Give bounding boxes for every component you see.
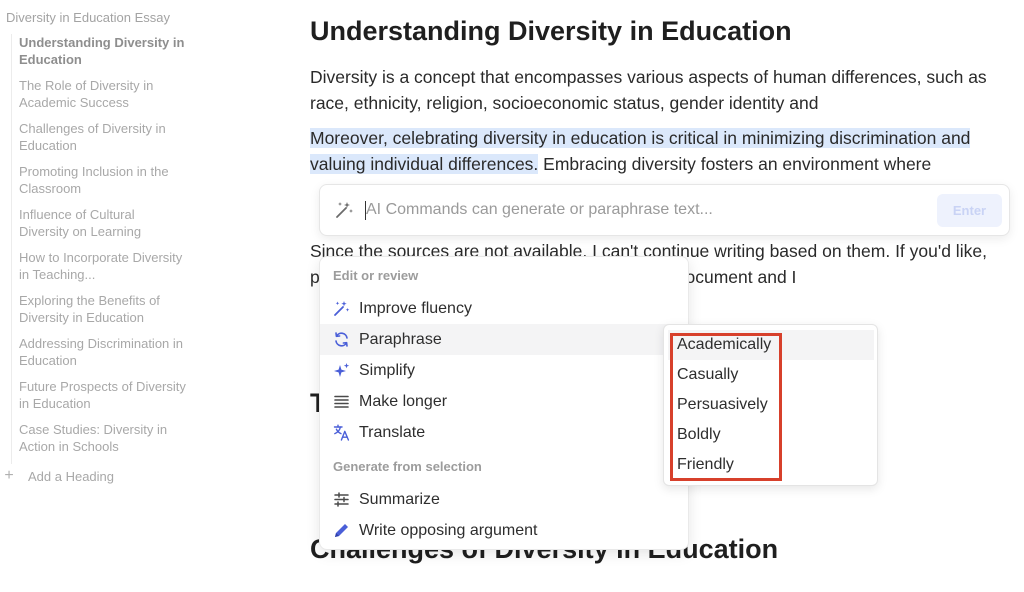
outline-item-addressing-discrimination[interactable]: Addressing Discrimination in Education	[19, 335, 187, 369]
tone-option-casually[interactable]: Casually	[668, 360, 874, 390]
pen-icon	[333, 522, 350, 539]
outline-item-challenges[interactable]: Challenges of Diversity in Education	[19, 120, 187, 154]
outline-item-case-studies[interactable]: Case Studies: Diversity in Action in Sch…	[19, 421, 187, 455]
magic-wand-icon	[336, 202, 353, 218]
add-heading-label: Add a Heading	[28, 468, 115, 484]
menu-item-make-longer[interactable]: Make longer	[320, 386, 690, 417]
outline-item-cultural-diversity[interactable]: Influence of Cultural Diversity on Learn…	[19, 206, 187, 240]
menu-group-label: Edit or review	[333, 268, 419, 283]
outline-item-benefits[interactable]: Exploring the Benefits of Diversity in E…	[19, 292, 187, 326]
menu-item-label: Make longer	[359, 392, 448, 410]
paragraph[interactable]: Diversity is a concept that encompasses …	[310, 64, 1006, 116]
paragraph-with-selection[interactable]: Moreover, celebrating diversity in educa…	[310, 125, 1006, 177]
outline-item-incorporate-diversity[interactable]: How to Incorporate Diversity in Teaching…	[19, 249, 187, 283]
lines-icon	[333, 393, 350, 410]
sparkle-icon	[333, 362, 350, 379]
menu-item-write-opposing-argument[interactable]: Write opposing argument	[320, 515, 690, 546]
magic-wand-icon	[333, 300, 350, 317]
ai-command-input[interactable]	[366, 196, 926, 224]
document-title[interactable]: Diversity in Education Essay	[6, 10, 170, 25]
refresh-icon	[333, 331, 350, 348]
menu-item-label: Paraphrase	[359, 330, 442, 348]
tone-option-boldly[interactable]: Boldly	[668, 420, 874, 450]
outline-item-understanding-diversity[interactable]: Understanding Diversity in Education	[19, 34, 187, 68]
tone-option-persuasively[interactable]: Persuasively	[668, 390, 874, 420]
enter-button[interactable]: Enter	[937, 194, 1002, 227]
paraphrase-tone-submenu: Academically Casually Persuasively Boldl…	[663, 324, 878, 486]
plus-icon: +	[4, 467, 14, 484]
paragraph-text[interactable]: Embracing diversity fosters an environme…	[538, 154, 931, 174]
menu-item-label: Summarize	[359, 490, 440, 508]
menu-item-label: Translate	[359, 423, 426, 441]
tone-option-academically[interactable]: Academically	[668, 330, 874, 360]
outline-item-promoting-inclusion[interactable]: Promoting Inclusion in the Classroom	[19, 163, 187, 197]
ai-command-bar: Enter	[319, 184, 1010, 236]
outline-list: Understanding Diversity in Education The…	[11, 34, 191, 464]
tone-option-friendly[interactable]: Friendly	[668, 450, 874, 480]
outline-item-role-of-diversity[interactable]: The Role of Diversity in Academic Succes…	[19, 77, 187, 111]
menu-group-label: Generate from selection	[333, 459, 482, 474]
section-heading[interactable]: Understanding Diversity in Education	[310, 16, 792, 47]
menu-item-improve-fluency[interactable]: Improve fluency	[320, 293, 690, 324]
menu-item-label: Simplify	[359, 361, 416, 379]
menu-item-paraphrase[interactable]: Paraphrase	[320, 324, 690, 355]
outline-sidebar: Diversity in Education Essay Understandi…	[0, 0, 200, 592]
ai-commands-menu: Edit or review Improve fluency Paraphras…	[319, 256, 690, 550]
translate-icon	[333, 424, 350, 441]
menu-item-summarize[interactable]: Summarize	[320, 484, 690, 515]
menu-item-label: Write opposing argument	[359, 521, 538, 539]
add-heading-button[interactable]: + Add a Heading	[2, 467, 114, 485]
sliders-icon	[333, 491, 350, 508]
outline-item-future-prospects[interactable]: Future Prospects of Diversity in Educati…	[19, 378, 187, 412]
menu-item-label: Improve fluency	[359, 299, 472, 317]
menu-item-translate[interactable]: Translate	[320, 417, 690, 448]
menu-item-simplify[interactable]: Simplify	[320, 355, 690, 386]
